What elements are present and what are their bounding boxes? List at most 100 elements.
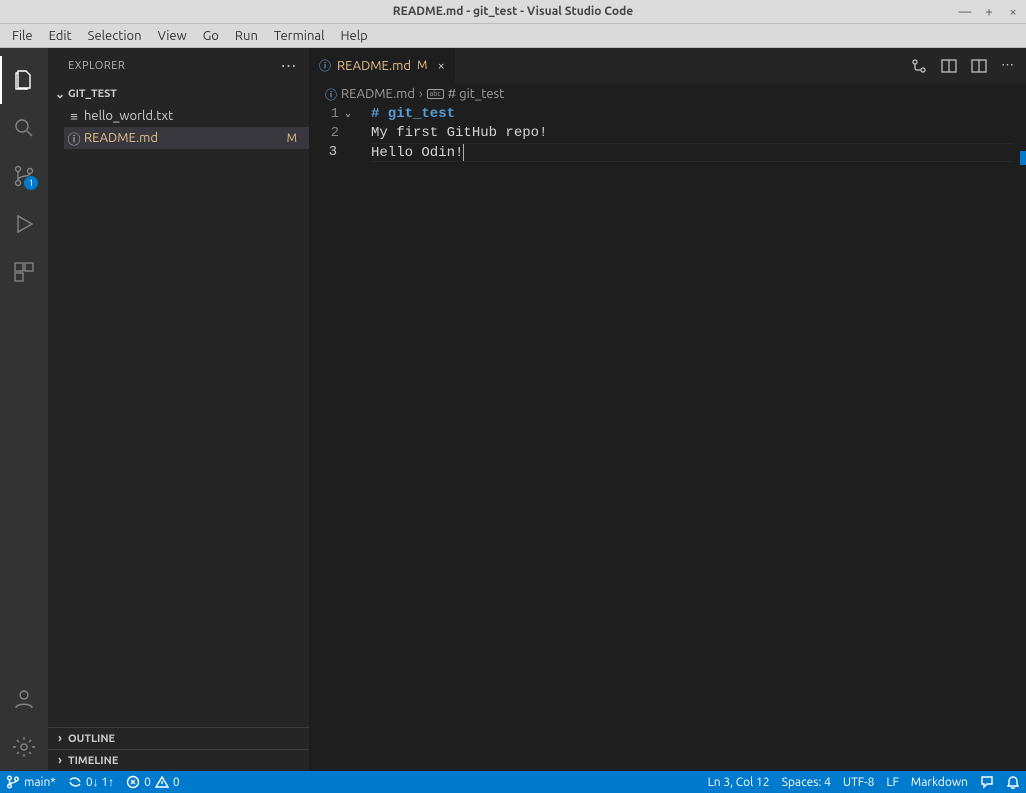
- chevron-right-icon: ›: [52, 754, 68, 767]
- code-area[interactable]: # git_test My first GitHub repo! Hello O…: [357, 105, 1026, 771]
- warning-icon: [155, 775, 169, 789]
- info-file-icon: ⓘ: [64, 129, 84, 148]
- file-list: ≡ hello_world.txt ⓘ README.md M: [48, 105, 309, 149]
- timeline-section-head[interactable]: › TIMELINE: [48, 749, 309, 771]
- file-row-hello-world[interactable]: ≡ hello_world.txt: [64, 105, 309, 127]
- line-number: 1⌄: [309, 105, 353, 124]
- main-area: 1 EXPLORER ⋯ ⌄ GIT_TEST ≡ hello_world.tx: [0, 48, 1026, 771]
- play-icon: [12, 212, 36, 236]
- text-file-icon: ≡: [64, 109, 84, 124]
- file-name: README.md: [84, 131, 287, 145]
- status-language[interactable]: Markdown: [905, 771, 974, 793]
- timeline-label: TIMELINE: [68, 755, 118, 767]
- bell-icon: [1006, 775, 1020, 789]
- activity-explorer[interactable]: [0, 56, 48, 104]
- code-line: # git_test: [371, 105, 1026, 124]
- menu-view[interactable]: View: [150, 27, 195, 45]
- split-editor-icon[interactable]: [971, 58, 987, 74]
- menubar: File Edit Selection View Go Run Terminal…: [0, 24, 1026, 48]
- fold-icon[interactable]: ⌄: [339, 105, 353, 124]
- status-encoding[interactable]: UTF-8: [837, 771, 880, 793]
- status-bar: main* 0↓ 1↑ 0 0 Ln 3, Col 12 Spaces: 4 U…: [0, 771, 1026, 793]
- file-name: hello_world.txt: [84, 109, 303, 123]
- line-number: 2: [309, 124, 353, 143]
- info-file-icon: ⓘ: [325, 86, 337, 103]
- menu-go[interactable]: Go: [195, 27, 227, 45]
- tab-status: M: [417, 59, 427, 72]
- error-icon: [126, 775, 140, 789]
- status-branch[interactable]: main*: [0, 771, 62, 793]
- activity-source-control[interactable]: 1: [0, 152, 48, 200]
- scrollbar-mark: [1020, 151, 1026, 165]
- menu-help[interactable]: Help: [332, 27, 375, 45]
- search-icon: [12, 116, 36, 140]
- breadcrumb-symbol[interactable]: # git_test: [448, 87, 505, 101]
- project-name: GIT_TEST: [68, 88, 117, 100]
- line-number: 3: [309, 143, 353, 162]
- outline-label: OUTLINE: [68, 733, 115, 745]
- text-cursor: [463, 144, 464, 161]
- tab-actions: ⋯: [899, 48, 1026, 83]
- breadcrumb[interactable]: ⓘ README.md › abc # git_test: [309, 83, 1026, 105]
- activity-extensions[interactable]: [0, 248, 48, 296]
- files-icon: [12, 68, 36, 92]
- activity-settings[interactable]: [0, 723, 48, 771]
- scrollbar-vertical[interactable]: [1012, 105, 1026, 771]
- branch-icon: [6, 775, 20, 789]
- extensions-icon: [12, 260, 36, 284]
- minimize-button[interactable]: —: [958, 5, 972, 19]
- code-line: Hello Odin!: [371, 143, 1026, 162]
- menu-selection[interactable]: Selection: [80, 27, 150, 45]
- window-controls: — + ×: [958, 5, 1020, 19]
- status-notifications[interactable]: [1000, 771, 1026, 793]
- editor-group: ⓘ README.md M × ⋯ ⓘ README.md › abc # gi…: [309, 48, 1026, 771]
- activity-search[interactable]: [0, 104, 48, 152]
- menu-file[interactable]: File: [4, 27, 41, 45]
- activity-run-debug[interactable]: [0, 200, 48, 248]
- file-row-readme[interactable]: ⓘ README.md M: [64, 127, 309, 149]
- status-eol[interactable]: LF: [880, 771, 904, 793]
- editor-more-icon[interactable]: ⋯: [1001, 58, 1014, 73]
- menu-edit[interactable]: Edit: [41, 27, 80, 45]
- open-preview-icon[interactable]: [941, 58, 957, 74]
- tab-readme[interactable]: ⓘ README.md M ×: [309, 48, 456, 83]
- status-indent[interactable]: Spaces: 4: [776, 771, 837, 793]
- status-problems[interactable]: 0 0: [120, 771, 186, 793]
- menu-terminal[interactable]: Terminal: [266, 27, 333, 45]
- sync-icon: [68, 775, 82, 789]
- info-file-icon: ⓘ: [319, 57, 331, 74]
- gear-icon: [12, 735, 36, 759]
- code-line: My first GitHub repo!: [371, 124, 1026, 143]
- outline-section-head[interactable]: › OUTLINE: [48, 727, 309, 749]
- scm-badge: 1: [24, 176, 38, 190]
- menu-run[interactable]: Run: [227, 27, 266, 45]
- editor-body[interactable]: 1⌄ 2 3 # git_test My first GitHub repo! …: [309, 105, 1026, 771]
- breadcrumb-separator: ›: [419, 87, 423, 101]
- status-sync[interactable]: 0↓ 1↑: [62, 771, 120, 793]
- minimap[interactable]: [952, 105, 1012, 165]
- sidebar-title: EXPLORER: [68, 60, 125, 72]
- compare-changes-icon[interactable]: [911, 58, 927, 74]
- project-section-head[interactable]: ⌄ GIT_TEST: [48, 83, 309, 105]
- sidebar-explorer: EXPLORER ⋯ ⌄ GIT_TEST ≡ hello_world.txt …: [48, 48, 309, 771]
- breadcrumb-file[interactable]: README.md: [341, 87, 415, 101]
- activity-bar: 1: [0, 48, 48, 771]
- account-icon: [12, 687, 36, 711]
- tab-filename: README.md: [337, 59, 411, 73]
- chevron-down-icon: ⌄: [52, 87, 68, 101]
- activity-accounts[interactable]: [0, 675, 48, 723]
- window-title: README.md - git_test - Visual Studio Cod…: [393, 5, 633, 18]
- feedback-icon: [980, 775, 994, 789]
- status-cursor[interactable]: Ln 3, Col 12: [702, 771, 776, 793]
- symbol-icon: abc: [427, 89, 444, 99]
- maximize-button[interactable]: +: [982, 5, 996, 19]
- chevron-right-icon: ›: [52, 732, 68, 745]
- titlebar: README.md - git_test - Visual Studio Cod…: [0, 0, 1026, 24]
- sidebar-header: EXPLORER ⋯: [48, 48, 309, 83]
- close-window-button[interactable]: ×: [1006, 5, 1020, 19]
- tab-close-icon[interactable]: ×: [433, 59, 444, 73]
- sidebar-more-icon[interactable]: ⋯: [281, 56, 298, 75]
- status-feedback[interactable]: [974, 771, 1000, 793]
- file-status: M: [287, 132, 303, 145]
- line-gutter: 1⌄ 2 3: [309, 105, 357, 771]
